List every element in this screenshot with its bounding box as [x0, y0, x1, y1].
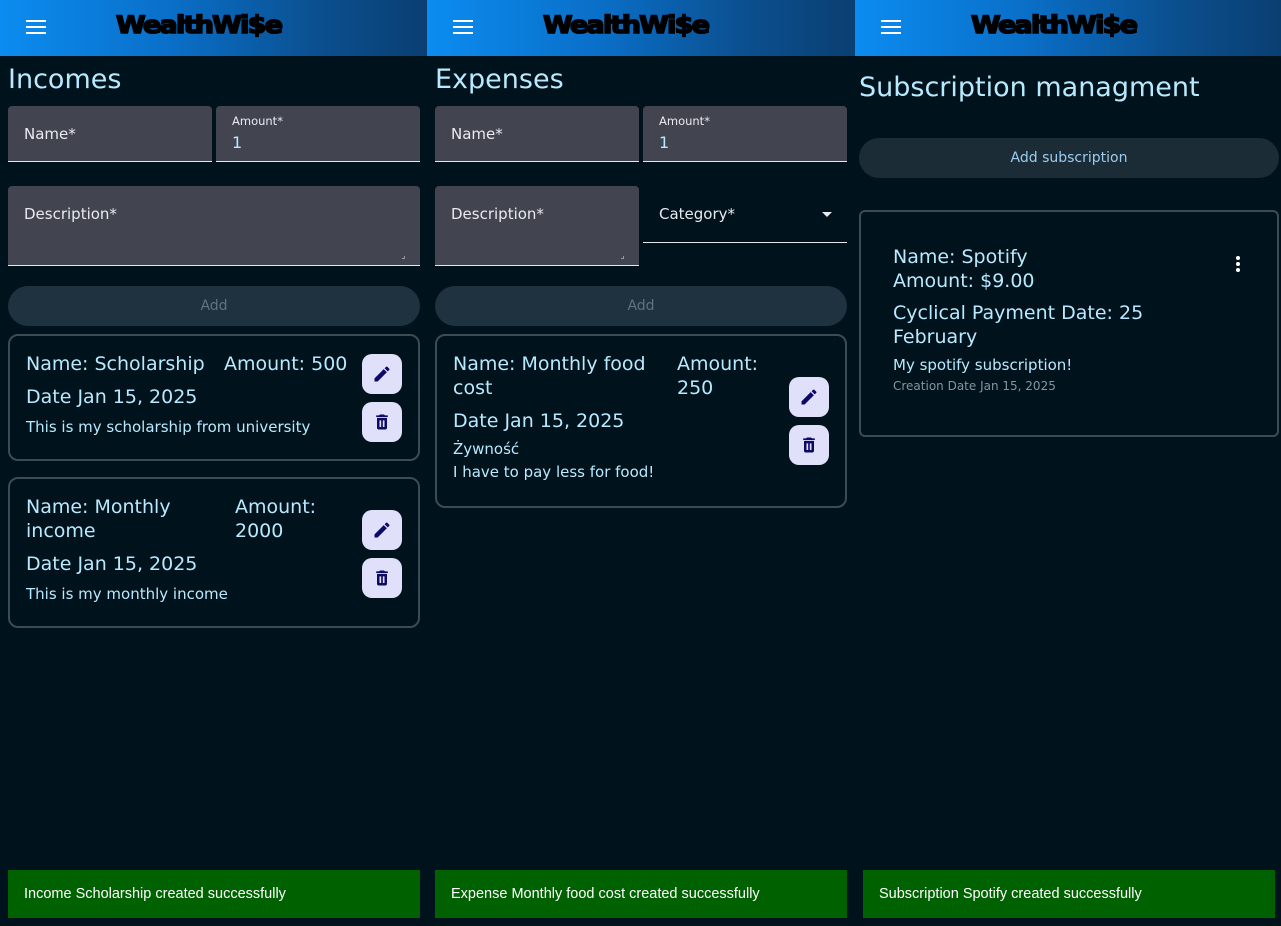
app-logo: WealthWi$e [542, 10, 711, 40]
income-date: Date Jan 15, 2025 [26, 386, 198, 408]
subscription-creation-date: Creation Date Jan 15, 2025 [893, 379, 1056, 393]
menu-icon[interactable] [453, 20, 473, 34]
delete-icon [376, 570, 388, 586]
edit-button[interactable] [362, 354, 402, 394]
menu-icon[interactable] [26, 20, 46, 34]
edit-icon [374, 366, 390, 382]
income-card: Name: Monthly income Amount: 2000 Date J… [8, 477, 420, 628]
name-field-label: Name* [24, 125, 76, 143]
delete-button[interactable] [362, 558, 402, 598]
edit-button[interactable] [362, 510, 402, 550]
edit-icon [374, 522, 390, 538]
snackbar: Expense Monthly food cost created succes… [435, 870, 847, 918]
category-field-label: Category* [659, 205, 736, 223]
edit-button[interactable] [789, 377, 829, 417]
app-bar: WealthWi$e [427, 0, 855, 56]
name-field-label: Name* [451, 125, 503, 143]
amount-field-label: Amount* [232, 114, 283, 128]
delete-button[interactable] [789, 425, 829, 465]
expense-card: Name: Monthly food cost Amount: 250 Date… [435, 334, 847, 508]
income-name: Name: Scholarship [26, 353, 205, 375]
description-field-label: Description* [451, 205, 544, 223]
add-expense-button[interactable]: Add [435, 286, 847, 326]
delete-button[interactable] [362, 402, 402, 442]
income-date: Date Jan 15, 2025 [26, 553, 198, 575]
amount-field-value: 1 [232, 133, 243, 152]
subscriptions-panel: WealthWi$e Subscription managment Add su… [855, 0, 1281, 926]
description-field-label: Description* [24, 205, 117, 223]
menu-icon[interactable] [881, 20, 901, 34]
resize-handle-icon[interactable] [621, 256, 624, 259]
subscription-card: Name: Spotify Amount: $9.00 Cyclical Pay… [859, 210, 1279, 437]
page-title: Expenses [435, 64, 564, 95]
subscription-name: Name: Spotify [893, 246, 1028, 268]
expense-amount-field[interactable]: Amount* 1 [643, 106, 847, 162]
expense-description: I have to pay less for food! [453, 463, 655, 481]
expense-category: Żywność [453, 440, 520, 458]
income-card: Name: Scholarship Amount: 500 Date Jan 1… [8, 334, 420, 461]
income-amount: Amount: 2000 [235, 496, 317, 542]
expenses-panel: WealthWi$e Expenses Name* Amount* 1 Desc… [427, 0, 855, 926]
expense-amount: Amount: 250 [677, 353, 759, 399]
income-name: Name: Monthly income [26, 496, 171, 542]
amount-field-value: 1 [659, 133, 670, 152]
dropdown-arrow-icon [822, 212, 832, 217]
delete-icon [803, 437, 815, 453]
incomes-panel: WealthWi$e Incomes Name* Amount* 1 Descr… [0, 0, 427, 926]
more-vert-icon[interactable] [1235, 256, 1241, 276]
expense-name-field[interactable]: Name* [435, 106, 639, 162]
category-select[interactable]: Category* [643, 186, 847, 243]
page-title: Incomes [8, 64, 122, 95]
subscription-amount: Amount: $9.00 [893, 270, 1035, 292]
subscription-description: My spotify subscription! [893, 356, 1073, 374]
income-amount-field[interactable]: Amount* 1 [216, 106, 420, 162]
expense-description-field[interactable]: Description* [435, 186, 639, 266]
add-subscription-button[interactable]: Add subscription [859, 138, 1279, 178]
expense-date: Date Jan 15, 2025 [453, 410, 625, 432]
income-amount: Amount: 500 [224, 353, 348, 375]
income-name-field[interactable]: Name* [8, 106, 212, 162]
app-logo: WealthWi$e [970, 10, 1139, 40]
amount-field-label: Amount* [659, 114, 710, 128]
page-title: Subscription managment [859, 72, 1200, 103]
resize-handle-icon[interactable] [402, 256, 405, 259]
edit-icon [801, 389, 817, 405]
income-description: This is my scholarship from university [26, 418, 311, 436]
app-logo: WealthWi$e [115, 10, 284, 40]
income-description: This is my monthly income [26, 585, 228, 603]
subscription-payment-date: Cyclical Payment Date: 25 February [893, 302, 1144, 348]
app-bar: WealthWi$e [855, 0, 1281, 56]
add-income-button[interactable]: Add [8, 286, 420, 326]
expense-name: Name: Monthly food cost [453, 353, 646, 399]
app-bar: WealthWi$e [0, 0, 427, 56]
delete-icon [376, 414, 388, 430]
income-description-field[interactable]: Description* [8, 186, 420, 266]
snackbar: Income Scholarship created successfully [8, 870, 420, 918]
snackbar: Subscription Spotify created successfull… [863, 870, 1275, 918]
